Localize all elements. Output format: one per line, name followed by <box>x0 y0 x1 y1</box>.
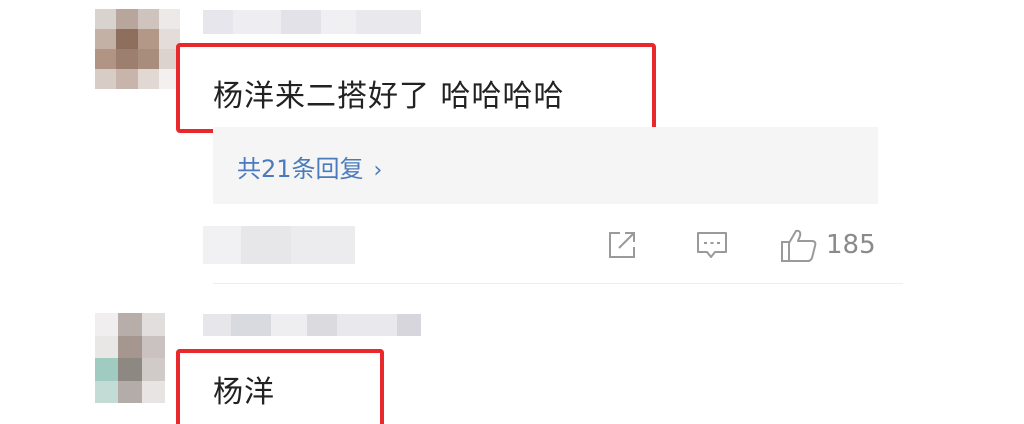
highlight-box <box>176 349 384 424</box>
view-replies-link[interactable]: 共21条回复 › <box>237 149 382 184</box>
thumbs-up-icon[interactable] <box>780 227 818 267</box>
replies-panel: 共21条回复 › <box>213 127 878 204</box>
replies-count-label: 共21条回复 <box>237 155 364 183</box>
like-count: 185 <box>826 230 876 260</box>
username-blurred <box>203 10 421 34</box>
username-blurred <box>203 314 421 336</box>
timestamp-blurred <box>203 226 355 264</box>
share-icon[interactable] <box>605 229 639 265</box>
comment-feed: 杨洋来二搭好了 哈哈哈哈 共21条回复 › 185 杨洋 <box>0 0 1024 424</box>
avatar[interactable] <box>95 9 180 89</box>
avatar[interactable] <box>95 313 165 403</box>
comment-icon[interactable] <box>695 229 729 267</box>
chevron-right-icon: › <box>373 158 383 183</box>
divider <box>213 283 903 284</box>
highlight-box <box>176 43 656 133</box>
